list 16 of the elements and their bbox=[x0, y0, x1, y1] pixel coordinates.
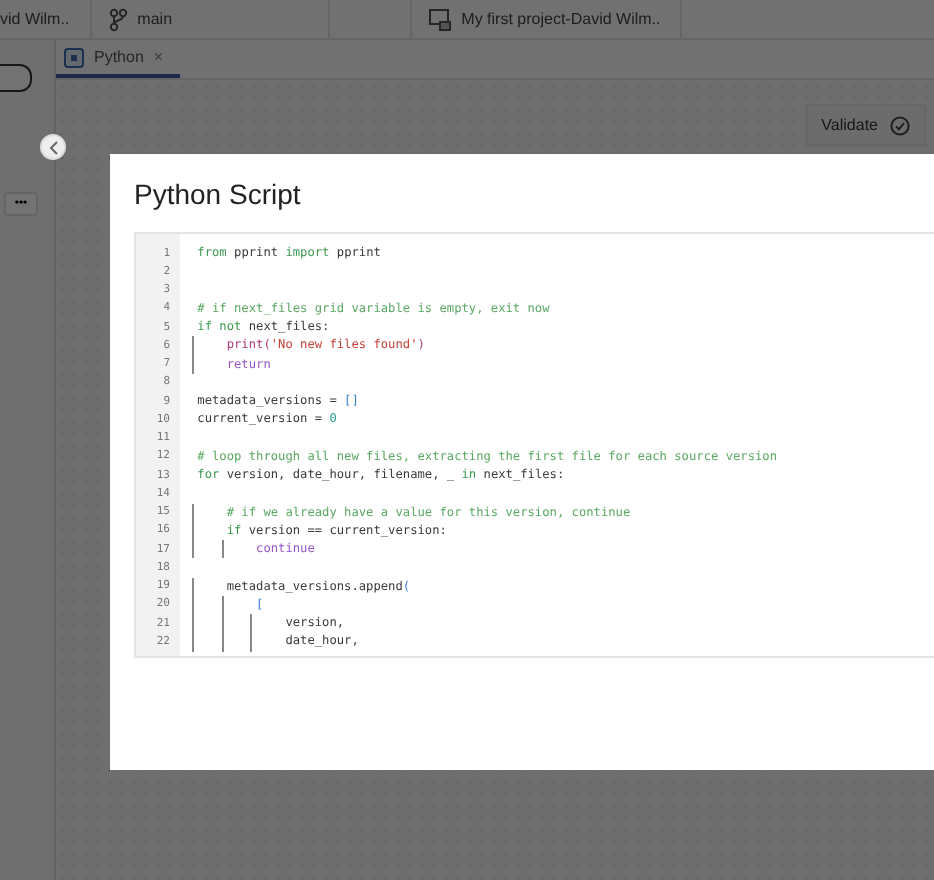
top-tab[interactable]: My first project-David Wilm.. bbox=[409, 0, 683, 38]
chevron-icon bbox=[47, 139, 59, 155]
python-icon bbox=[64, 47, 84, 67]
validate-button[interactable]: Validate bbox=[805, 104, 926, 146]
branch-icon bbox=[107, 7, 128, 31]
tab-label: My first project-David Wilm.. bbox=[461, 10, 661, 28]
close-icon[interactable]: × bbox=[153, 48, 164, 66]
top-tab[interactable]: main bbox=[91, 0, 330, 38]
project-icon bbox=[427, 7, 452, 31]
tab-label: main bbox=[137, 10, 173, 28]
tab-label: vid Wilm.. bbox=[0, 10, 70, 28]
dialog-title: Python Script bbox=[134, 178, 303, 214]
tab-label: Python bbox=[94, 48, 144, 66]
collapse-button[interactable] bbox=[40, 134, 66, 160]
check-icon bbox=[890, 115, 910, 135]
top-tab[interactable]: vid Wilm.. bbox=[0, 0, 92, 38]
